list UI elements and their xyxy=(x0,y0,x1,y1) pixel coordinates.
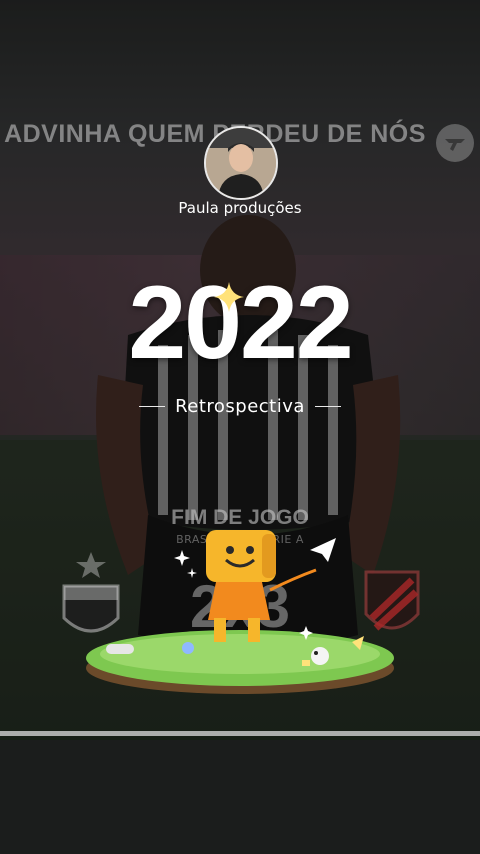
paper-plane-icon xyxy=(310,538,336,562)
divider-right xyxy=(314,406,341,407)
bottom-area xyxy=(0,740,480,854)
profile-avatar[interactable] xyxy=(204,126,278,200)
scoreboard-heading: FIM DE JOGO xyxy=(171,506,309,529)
sparkle-icon xyxy=(214,282,244,312)
channel-logo-icon xyxy=(436,124,474,162)
profile-username[interactable]: Paula produções xyxy=(0,199,480,217)
divider-left xyxy=(139,406,166,407)
mascot-island-illustration[interactable] xyxy=(84,528,396,700)
mascot-icon xyxy=(206,530,317,642)
progress-bar[interactable] xyxy=(0,731,480,736)
retrospective-label-row: Retrospectiva xyxy=(0,396,480,417)
retrospective-label: Retrospectiva xyxy=(175,396,305,417)
